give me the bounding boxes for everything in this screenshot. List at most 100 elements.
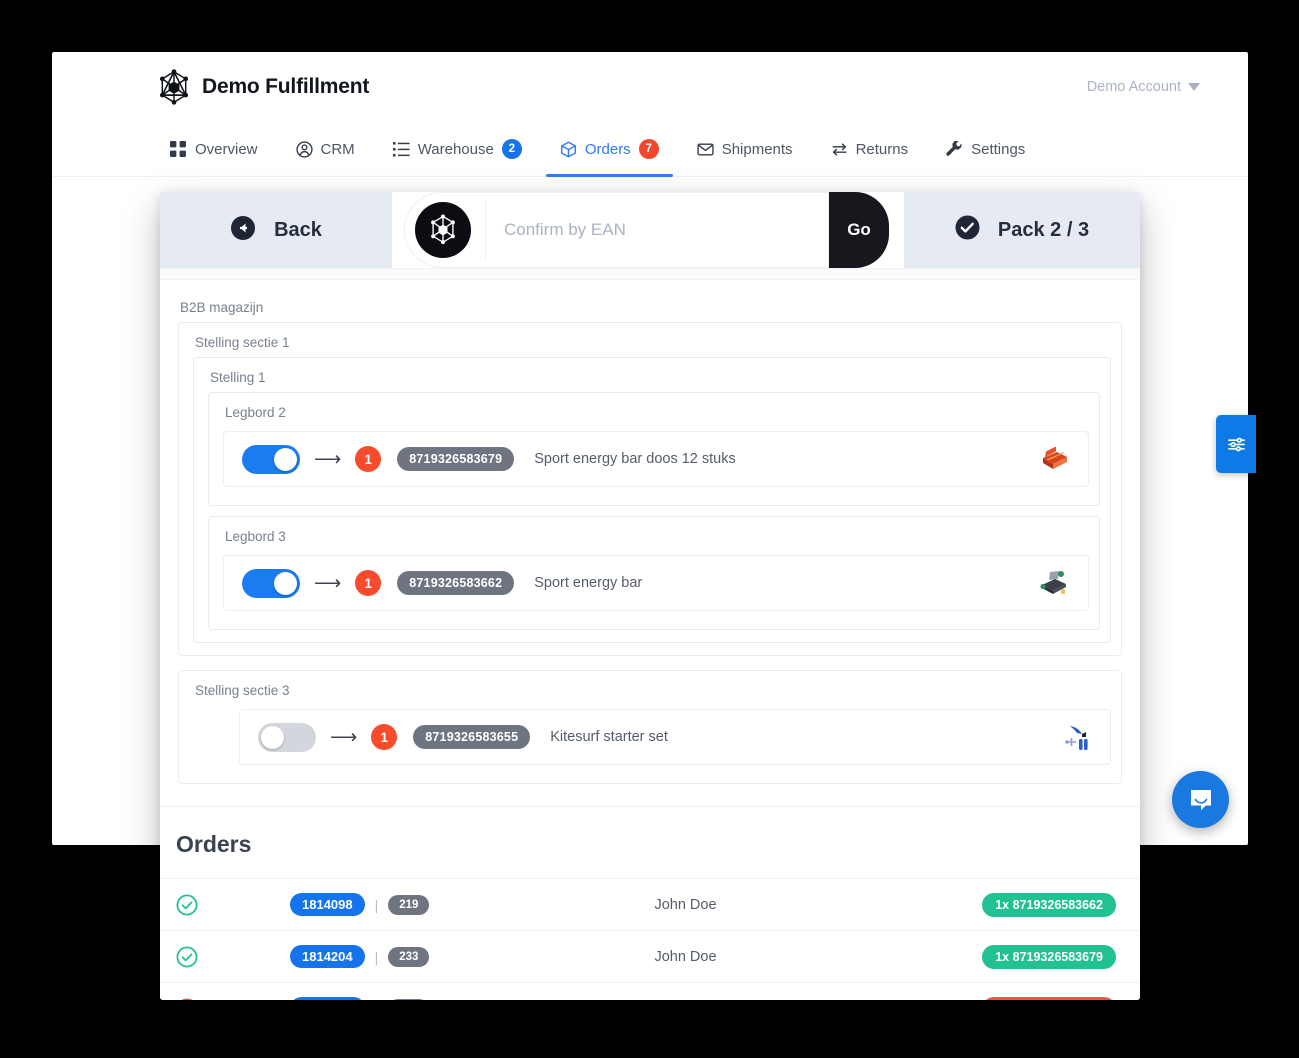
- pick-toggle[interactable]: [242, 568, 300, 598]
- action-bar-gap: [392, 192, 404, 268]
- nav-tab-shipments[interactable]: Shipments: [683, 122, 807, 176]
- back-label: Back: [274, 218, 322, 241]
- orders-section: Orders 1814098 | 219 John Doe 1x 8719326…: [160, 806, 1140, 1000]
- status-check-icon: [176, 945, 198, 968]
- go-button[interactable]: Go: [829, 192, 889, 268]
- order-number: 1814204: [290, 945, 365, 968]
- packing-action-bar: Back Confirm by EAN Go Pack 2 / 3: [160, 192, 1140, 268]
- action-bar-gap-2: [889, 192, 904, 268]
- nav-tab-crm[interactable]: CRM: [282, 122, 369, 176]
- table-row[interactable]: 1814098 | 219 John Doe 1x 8719326583662: [160, 878, 1140, 930]
- wrench-icon: [946, 140, 963, 158]
- toggle-knob: [261, 725, 284, 749]
- screen-root: Demo Fulfillment Demo Account Overview C…: [0, 0, 1299, 1058]
- order-items: 1x 8719326583679: [982, 944, 1116, 969]
- warehouse-location-label: B2B magazijn: [180, 300, 264, 315]
- nav-badge-warehouse: 2: [501, 139, 522, 159]
- chat-bubble-icon[interactable]: [1172, 771, 1229, 828]
- pick-product-name: Sport energy bar doos 12 stuks: [534, 451, 736, 467]
- packing-card: Back Confirm by EAN Go Pack 2 / 3 B2B ma…: [160, 192, 1140, 1000]
- order-reference: 229: [388, 998, 430, 1000]
- nav-tab-label: Shipments: [721, 140, 793, 158]
- grid-icon: [170, 140, 187, 158]
- order-id-group: 1814098 | 219: [290, 893, 430, 916]
- user-circle-icon: [295, 140, 313, 158]
- account-label: Demo Account: [1086, 79, 1181, 95]
- nav-tab-settings[interactable]: Settings: [932, 122, 1039, 176]
- order-customer: John Doe: [654, 896, 717, 913]
- warehouse-shelf-legbord-3: Legbord 3 ⟶ 1 8719326583662 Sport energy…: [208, 516, 1100, 630]
- pick-quantity: 1: [355, 446, 382, 472]
- table-row[interactable]: 1814204 | 233 John Doe 1x 8719326583679: [160, 930, 1140, 982]
- table-row[interactable]: 1814207 | 229 John Doe 1x 8719326583655: [160, 982, 1140, 1000]
- arrow-right-icon: ⟶: [314, 572, 342, 594]
- nav-tab-label: Settings: [971, 140, 1026, 158]
- pick-quantity: 1: [355, 570, 382, 596]
- back-arrow-icon: [230, 215, 256, 246]
- pick-ean-badge: 8719326583662: [397, 571, 515, 595]
- dark-pouch-thumb: [1034, 565, 1074, 601]
- pick-item-row: ⟶ 1 8719326583655 Kitesurf starter set: [239, 709, 1111, 765]
- toggle-knob: [274, 447, 297, 471]
- nav-tab-label: Overview: [195, 140, 258, 158]
- pick-product-name: Kitesurf starter set: [550, 729, 668, 745]
- warehouse-shelf-legbord-2: Legbord 2 ⟶ 1 8719326583679 Sport energy…: [208, 392, 1100, 506]
- exchange-icon: [831, 141, 848, 158]
- chevron-down-icon: [1188, 83, 1200, 91]
- go-label: Go: [847, 220, 871, 239]
- order-item-badge: 1x 8719326583655: [982, 996, 1116, 1000]
- pack-progress-button[interactable]: Pack 2 / 3: [904, 192, 1140, 268]
- nav-tab-returns[interactable]: Returns: [817, 122, 923, 176]
- order-reference: 233: [388, 946, 430, 967]
- check-circle-icon: [955, 215, 980, 245]
- nav-tab-orders[interactable]: Orders 7: [545, 122, 673, 177]
- order-separator: |: [374, 948, 379, 965]
- ean-input[interactable]: [486, 220, 828, 240]
- arrow-right-icon: ⟶: [314, 448, 342, 470]
- pick-toggle[interactable]: [258, 722, 316, 752]
- nav-tab-label: CRM: [320, 140, 355, 158]
- list-icon: [392, 141, 410, 158]
- back-button[interactable]: Back: [160, 192, 392, 268]
- toggle-knob: [274, 571, 297, 595]
- order-id-group: 1814207 | 229: [290, 997, 430, 1000]
- action-bar-divider: [160, 268, 1140, 280]
- brand: Demo Fulfillment: [156, 69, 369, 105]
- warehouse-tree: B2B magazijn Stelling sectie 1 Stelling …: [160, 280, 1140, 806]
- brand-name: Demo Fulfillment: [202, 75, 370, 98]
- order-id-group: 1814204 | 233: [290, 945, 430, 968]
- orders-title: Orders: [176, 831, 252, 857]
- section-label: Stelling sectie 3: [195, 683, 290, 698]
- warehouse-rack-1: Stelling 1 Legbord 2 ⟶ 1 8719326583679 S…: [193, 357, 1111, 643]
- primary-nav: Overview CRM Warehouse 2 Orders 7 Shipme…: [52, 122, 1248, 177]
- warehouse-section-1: Stelling sectie 1 Stelling 1 Legbord 2 ⟶…: [178, 322, 1122, 656]
- shelf-label: Legbord 2: [225, 405, 286, 420]
- order-item-badge: 1x 8719326583662: [982, 892, 1116, 917]
- sliders-icon[interactable]: [1216, 415, 1256, 473]
- app-header: Demo Fulfillment Demo Account: [52, 52, 1248, 122]
- rack-label: Stelling 1: [210, 370, 266, 385]
- nav-tab-warehouse[interactable]: Warehouse 2: [379, 122, 536, 176]
- status-check-icon: [176, 893, 198, 916]
- nav-tab-label: Returns: [855, 140, 909, 158]
- pick-item-row: ⟶ 1 8719326583662 Sport energy bar: [223, 555, 1089, 611]
- nav-tab-overview[interactable]: Overview: [156, 122, 272, 176]
- nav-badge-orders: 7: [638, 139, 659, 159]
- order-items: 1x 8719326583662: [982, 892, 1116, 917]
- shelf-label: Legbord 3: [225, 529, 286, 544]
- nav-tab-label: Warehouse: [417, 140, 494, 158]
- order-number: 1814207: [290, 997, 365, 1000]
- red-box-thumb: [1034, 441, 1074, 477]
- kitesurf-thumb: [1056, 719, 1096, 755]
- pick-item-row: ⟶ 1 8719326583679 Sport energy bar doos …: [223, 431, 1089, 487]
- pick-ean-badge: 8719326583655: [413, 725, 531, 749]
- order-items: 1x 8719326583655: [982, 996, 1116, 1000]
- pick-toggle[interactable]: [242, 444, 300, 474]
- pack-progress-label: Pack 2 / 3: [997, 218, 1090, 241]
- pick-product-name: Sport energy bar: [534, 575, 643, 591]
- status-pause-icon: [176, 998, 198, 1000]
- app-logo-icon: [156, 69, 192, 105]
- section-label: Stelling sectie 1: [195, 335, 290, 350]
- envelope-icon: [697, 141, 714, 158]
- account-menu[interactable]: Demo Account: [1087, 79, 1200, 95]
